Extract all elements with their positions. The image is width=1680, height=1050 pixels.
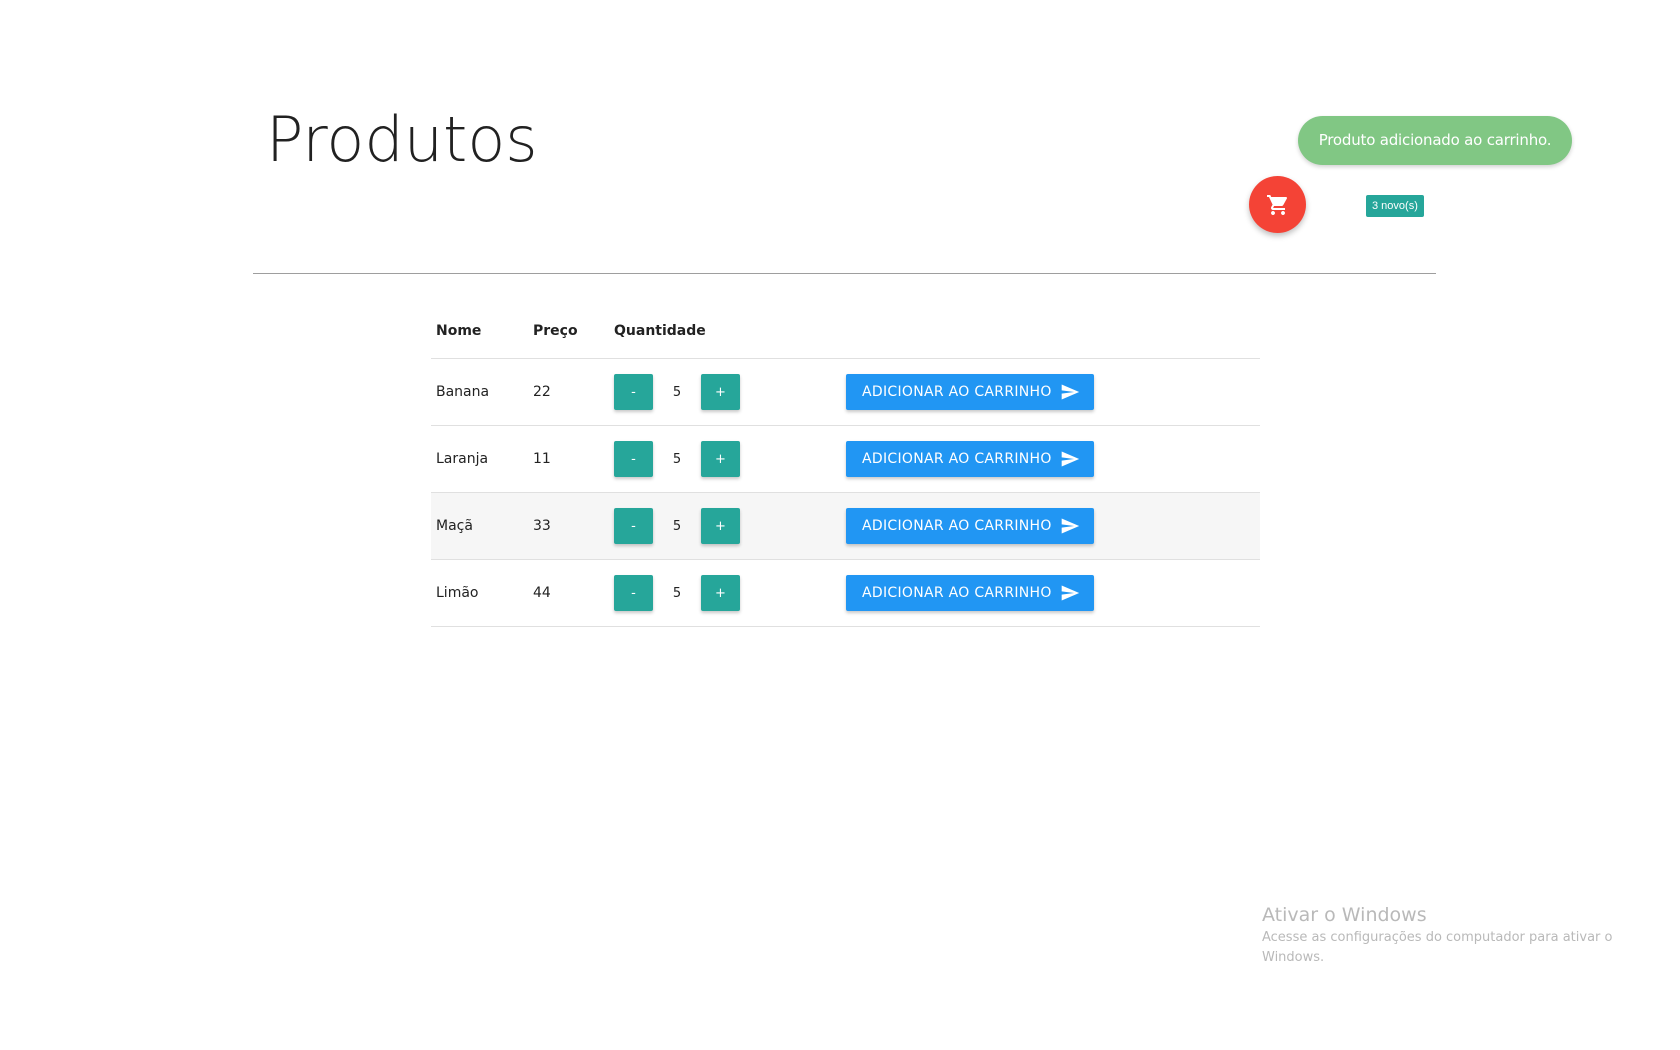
increase-quantity-button[interactable]: + <box>701 508 740 544</box>
add-to-cart-button[interactable]: ADICIONAR AO CARRINHO <box>846 575 1094 611</box>
send-icon <box>1061 518 1080 534</box>
table-row: Limão 44 - 5 + ADICIONAR AO CARRINHO <box>431 559 1260 627</box>
product-price: 33 <box>528 492 609 560</box>
decrease-quantity-button[interactable]: - <box>614 441 653 477</box>
product-price: 22 <box>528 358 609 426</box>
quantity-cell: - 5 + <box>609 492 841 560</box>
action-cell: ADICIONAR AO CARRINHO <box>841 559 1260 627</box>
column-header-price: Preço <box>528 304 609 359</box>
watermark-subtitle: Acesse as configurações do computador pa… <box>1262 930 1613 965</box>
products-table: Nome Preço Quantidade Banana 22 - 5 + AD… <box>431 304 1260 627</box>
quantity-stepper: - 5 + <box>614 374 841 410</box>
quantity-value: 5 <box>672 384 682 400</box>
send-icon <box>1061 384 1080 400</box>
increase-quantity-button[interactable]: + <box>701 575 740 611</box>
action-cell: ADICIONAR AO CARRINHO <box>841 425 1260 493</box>
quantity-value: 5 <box>672 585 682 601</box>
quantity-stepper: - 5 + <box>614 508 841 544</box>
page-title: Produtos <box>266 103 538 176</box>
page: Produtos Produto adicionado ao carrinho.… <box>0 0 1680 1050</box>
quantity-cell: - 5 + <box>609 358 841 426</box>
product-price: 44 <box>528 559 609 627</box>
shopping-cart-icon <box>1266 194 1287 215</box>
table-row: Laranja 11 - 5 + ADICIONAR AO CARRINHO <box>431 425 1260 493</box>
watermark-title: Ativar o Windows <box>1262 904 1427 926</box>
decrease-quantity-button[interactable]: - <box>614 575 653 611</box>
decrease-quantity-button[interactable]: - <box>614 374 653 410</box>
product-name: Banana <box>431 358 528 426</box>
windows-activation-watermark: Ativar o Windows Acesse as configurações… <box>1262 902 1632 968</box>
product-price: 11 <box>528 425 609 493</box>
action-cell: ADICIONAR AO CARRINHO <box>841 492 1260 560</box>
product-name: Laranja <box>431 425 528 493</box>
add-to-cart-button[interactable]: ADICIONAR AO CARRINHO <box>846 374 1094 410</box>
header-divider <box>253 273 1436 274</box>
add-to-cart-label: ADICIONAR AO CARRINHO <box>862 451 1052 467</box>
quantity-cell: - 5 + <box>609 559 841 627</box>
decrease-quantity-button[interactable]: - <box>614 508 653 544</box>
quantity-cell: - 5 + <box>609 425 841 493</box>
quantity-stepper: - 5 + <box>614 575 841 611</box>
send-icon <box>1061 451 1080 467</box>
increase-quantity-button[interactable]: + <box>701 374 740 410</box>
column-header-action <box>841 304 1260 359</box>
new-items-badge: 3 novo(s) <box>1366 195 1424 217</box>
quantity-stepper: - 5 + <box>614 441 841 477</box>
add-to-cart-label: ADICIONAR AO CARRINHO <box>862 518 1052 534</box>
action-cell: ADICIONAR AO CARRINHO <box>841 358 1260 426</box>
table-header-row: Nome Preço Quantidade <box>431 304 1260 359</box>
quantity-value: 5 <box>672 518 682 534</box>
add-to-cart-button[interactable]: ADICIONAR AO CARRINHO <box>846 441 1094 477</box>
add-to-cart-label: ADICIONAR AO CARRINHO <box>862 384 1052 400</box>
product-name: Limão <box>431 559 528 627</box>
toast-notification: Produto adicionado ao carrinho. <box>1298 116 1572 165</box>
send-icon <box>1061 585 1080 601</box>
product-name: Maçã <box>431 492 528 560</box>
table-row: Maçã 33 - 5 + ADICIONAR AO CARRINHO <box>431 492 1260 560</box>
column-header-name: Nome <box>431 304 528 359</box>
cart-button[interactable] <box>1249 176 1306 233</box>
column-header-quantity: Quantidade <box>609 304 841 359</box>
add-to-cart-label: ADICIONAR AO CARRINHO <box>862 585 1052 601</box>
quantity-value: 5 <box>672 451 682 467</box>
add-to-cart-button[interactable]: ADICIONAR AO CARRINHO <box>846 508 1094 544</box>
increase-quantity-button[interactable]: + <box>701 441 740 477</box>
table-row: Banana 22 - 5 + ADICIONAR AO CARRINHO <box>431 358 1260 426</box>
